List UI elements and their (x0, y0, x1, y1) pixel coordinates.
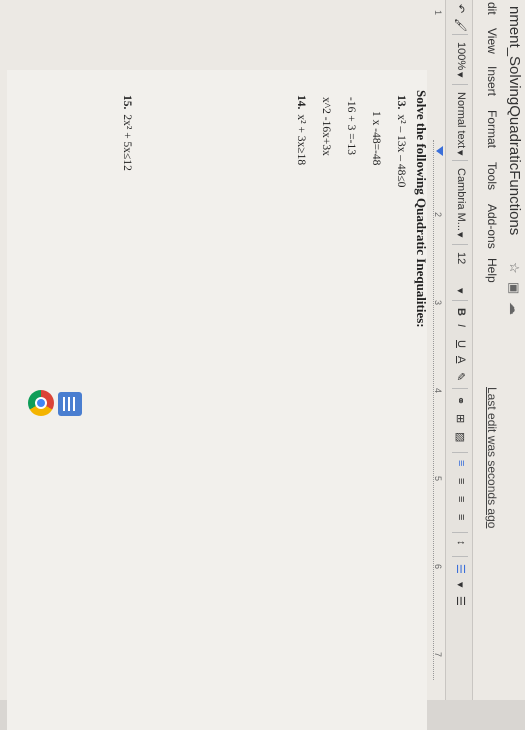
bulleted-list-icon[interactable]: ☰ (454, 596, 467, 606)
style-select[interactable]: Normal text (455, 92, 467, 148)
toolbar-divider (452, 300, 468, 301)
comment-icon[interactable]: ⊞ (454, 414, 467, 423)
folder-icon[interactable]: ▣ (506, 282, 522, 294)
problem-number: 14. (295, 95, 307, 110)
image-icon[interactable]: ▨ (454, 432, 467, 442)
align-center-icon[interactable]: ≡ (455, 478, 467, 484)
menu-bar: dit View Insert Format Tools Add-ons Hel… (481, 0, 499, 700)
star-icon[interactable]: ☆ (506, 262, 522, 274)
ruler-mark: 3 (433, 300, 443, 306)
work-line: -16 + 3 =-13 (345, 97, 357, 155)
docs-icon-stripe (73, 397, 75, 411)
text-color-button[interactable]: A (455, 356, 467, 363)
docs-icon-stripe (63, 397, 65, 411)
toolbar: ↶ 🖌 100% ▾ Normal text ▾ Cambria M... ▾ … (445, 0, 473, 700)
work-line: x^2 -16x+3x (320, 97, 332, 156)
problem-number: 13. (395, 95, 407, 110)
align-left-icon[interactable]: ≡ (455, 460, 467, 466)
menu-view[interactable]: View (485, 28, 499, 54)
zoom-select[interactable]: 100% (455, 42, 467, 70)
menu-insert[interactable]: Insert (485, 66, 499, 96)
align-right-icon[interactable]: ≡ (455, 496, 467, 502)
italic-button[interactable]: I (455, 324, 467, 327)
problem-line: 15. 2x² + 5x≤12 (121, 95, 133, 171)
menu-help[interactable]: Help (485, 258, 499, 283)
chevron-down-icon: ▾ (454, 288, 466, 294)
title-bar: nment_SolvingQuadraticFunctions ☆ ▣ ☁ (503, 0, 525, 700)
work-line: 1 x -48=-48 (370, 111, 382, 165)
toolbar-divider (452, 84, 468, 85)
line-spacing-icon[interactable]: ↕ (455, 540, 467, 546)
ruler-mark: 4 (433, 388, 443, 394)
work-text: -16 + 3 =-13 (345, 97, 357, 156)
problem-text: x² + 3x≥18 (295, 114, 307, 166)
font-size-select[interactable]: 12 (455, 252, 467, 264)
chrome-icon-core (37, 399, 45, 407)
docs-app-icon[interactable] (58, 392, 82, 416)
ruler-line (433, 140, 434, 680)
problem-number: 15. (121, 95, 133, 110)
underline-button[interactable]: U (455, 340, 467, 348)
chevron-down-icon: ▾ (454, 72, 466, 78)
bold-button[interactable]: B (455, 308, 467, 316)
docs-icon-stripe (68, 397, 70, 411)
photo-frame: nment_SolvingQuadraticFunctions ☆ ▣ ☁ di… (0, 0, 525, 730)
ruler-mark: 5 (433, 476, 443, 482)
menu-format[interactable]: Format (485, 110, 499, 148)
chrome-icon-ring (35, 397, 47, 409)
work-text: x^2 -16x+3x (320, 97, 332, 156)
font-select[interactable]: Cambria M... (455, 168, 467, 231)
toolbar-divider (452, 244, 468, 245)
document-title[interactable]: nment_SolvingQuadraticFunctions (506, 6, 523, 235)
menu-addons[interactable]: Add-ons (485, 204, 499, 249)
toolbar-divider (452, 452, 468, 453)
toolbar-divider (452, 34, 468, 35)
toolbar-divider (452, 160, 468, 161)
ruler-mark: 6 (433, 564, 443, 570)
toolbar-divider (452, 532, 468, 533)
docs-window: nment_SolvingQuadraticFunctions ☆ ▣ ☁ di… (0, 0, 525, 730)
chrome-icon[interactable] (28, 390, 54, 416)
link-icon[interactable]: ⚭ (454, 396, 467, 405)
last-edit-status[interactable]: Last edit was seconds ago (485, 387, 499, 528)
numbered-list-icon[interactable]: ☰ (454, 564, 467, 574)
problem-line: 14. x² + 3x≥18 (295, 95, 307, 165)
align-justify-icon[interactable]: ≡ (455, 514, 467, 520)
ruler-mark: 7 (433, 652, 443, 658)
chevron-down-icon: ▾ (454, 232, 466, 238)
ruler: 1 2 3 4 5 6 7 (429, 10, 443, 700)
work-text: 1 x -48=-48 (370, 111, 382, 166)
problem-line: 13. x² – 13x – 48≤0 (395, 95, 407, 187)
problem-text: x² – 13x – 48≤0 (395, 114, 407, 188)
chevron-down-icon: ▾ (454, 150, 466, 156)
cloud-icon: ☁ (507, 302, 522, 315)
ruler-mark: 1 (433, 10, 443, 16)
undo-icon[interactable]: ↶ (454, 4, 467, 13)
doc-heading: Solve the following Quadratic Inequaliti… (414, 90, 429, 328)
highlight-icon[interactable]: ✎ (454, 372, 467, 381)
chevron-down-icon: ▾ (454, 582, 466, 588)
toolbar-divider (452, 388, 468, 389)
menu-edit[interactable]: dit (485, 2, 499, 15)
menu-tools[interactable]: Tools (485, 162, 499, 190)
indent-marker[interactable] (436, 146, 443, 156)
ruler-mark: 2 (433, 212, 443, 218)
paint-format-icon[interactable]: 🖌 (454, 18, 467, 32)
problem-text: 2x² + 5x≤12 (121, 114, 133, 171)
toolbar-divider (452, 556, 468, 557)
